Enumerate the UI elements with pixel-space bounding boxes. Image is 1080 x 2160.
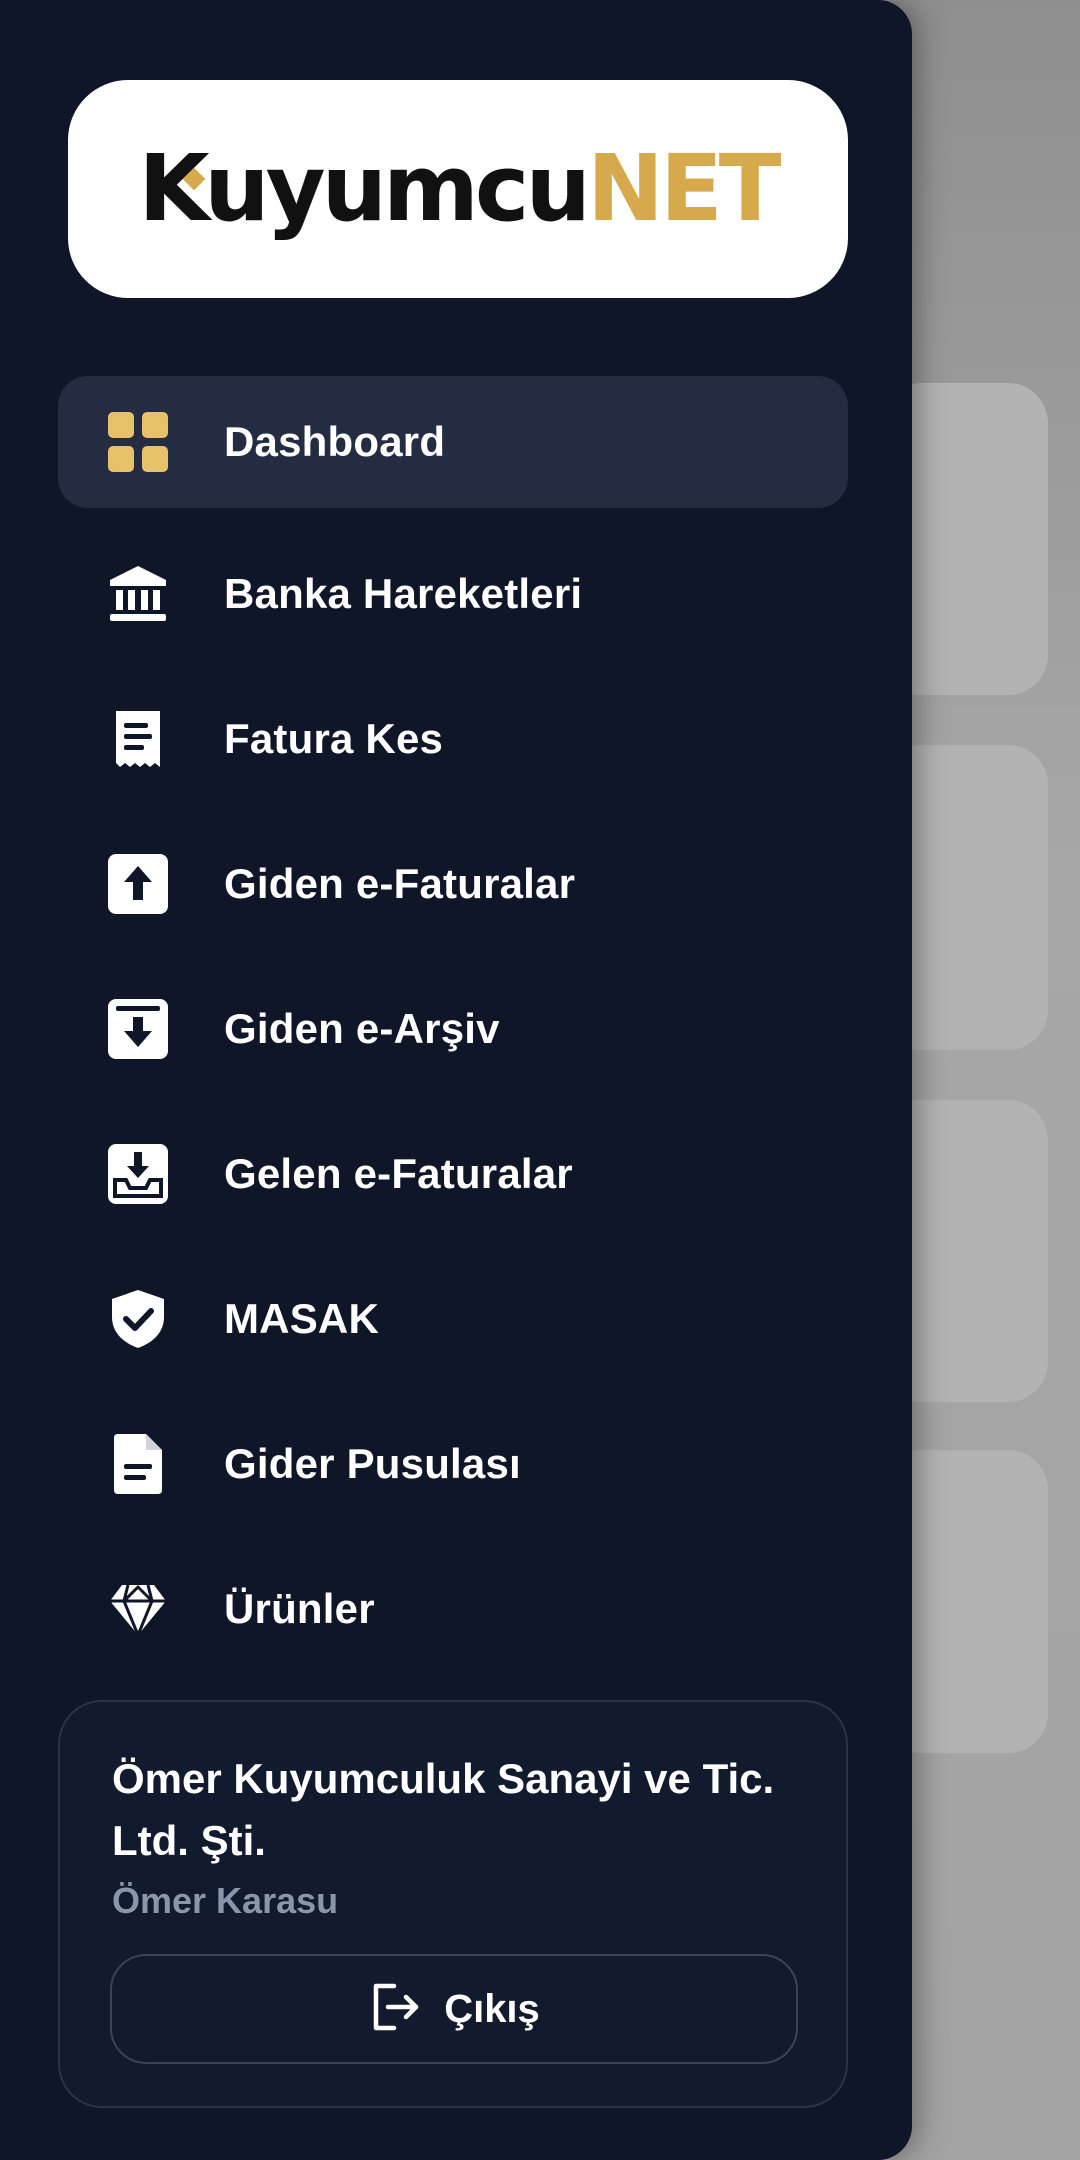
sidebar-item-label: Ürünler	[224, 1584, 375, 1632]
company-name: Ömer Kuyumculuk Sanayi ve Tic. Ltd. Şti.	[112, 1755, 775, 1864]
logout-icon	[368, 1980, 422, 2039]
app-logo: KuyumcuNET	[68, 80, 848, 298]
sidebar-item-gider-pusulasi[interactable]: Gider Pusulası	[58, 1391, 848, 1536]
shield-check-icon	[108, 1289, 168, 1349]
sidebar-item-label: Fatura Kes	[224, 714, 444, 762]
logout-label: Çıkış	[444, 1986, 540, 2031]
logout-button[interactable]: Çıkış	[110, 1954, 798, 2064]
logo-part-kuyumcu: Kuyumcu	[138, 135, 591, 242]
navigation-drawer: KuyumcuNET Dashboard Banka Hareketleri F…	[0, 0, 912, 2160]
account-card: Ömer Kuyumculuk Sanayi ve Tic. Ltd. Şti.…	[58, 1700, 848, 2108]
logo-wordmark: KuyumcuNET	[138, 143, 781, 235]
sidebar-item-label: Dashboard	[224, 418, 446, 465]
sidebar-item-label: Banka Hareketleri	[224, 569, 583, 617]
document-icon	[108, 1433, 168, 1494]
sidebar-item-dashboard[interactable]: Dashboard	[58, 376, 848, 508]
sidebar-item-label: Gider Pusulası	[224, 1439, 521, 1487]
receipt-icon	[108, 709, 168, 769]
sidebar-menu: Dashboard Banka Hareketleri Fatura Kes G…	[58, 376, 848, 1681]
sidebar-item-label: Gelen e-Faturalar	[224, 1149, 573, 1197]
sidebar-item-label: Giden e-Faturalar	[224, 859, 576, 907]
sidebar-item-fatura-kes[interactable]: Fatura Kes	[58, 666, 848, 811]
user-name: Ömer Karasu	[112, 1880, 339, 1921]
inbox-download-icon	[108, 1143, 168, 1204]
sidebar-item-giden-e-faturalar[interactable]: Giden e-Faturalar	[58, 811, 848, 956]
sidebar-item-urunler[interactable]: Ürünler	[58, 1536, 848, 1681]
upload-box-icon	[108, 853, 168, 914]
bank-icon	[108, 564, 168, 624]
sidebar-item-banka-hareketleri[interactable]: Banka Hareketleri	[58, 521, 848, 666]
sidebar-item-label: MASAK	[224, 1294, 379, 1342]
sidebar-item-label: Giden e-Arşiv	[224, 1004, 500, 1052]
grid-icon	[108, 412, 168, 472]
sidebar-item-masak[interactable]: MASAK	[58, 1246, 848, 1391]
archive-icon	[108, 998, 168, 1059]
sidebar-item-gelen-e-faturalar[interactable]: Gelen e-Faturalar	[58, 1101, 848, 1246]
diamond-icon	[108, 1579, 168, 1639]
sidebar-item-giden-e-arsiv[interactable]: Giden e-Arşiv	[58, 956, 848, 1101]
logo-part-net: NET	[586, 135, 782, 242]
